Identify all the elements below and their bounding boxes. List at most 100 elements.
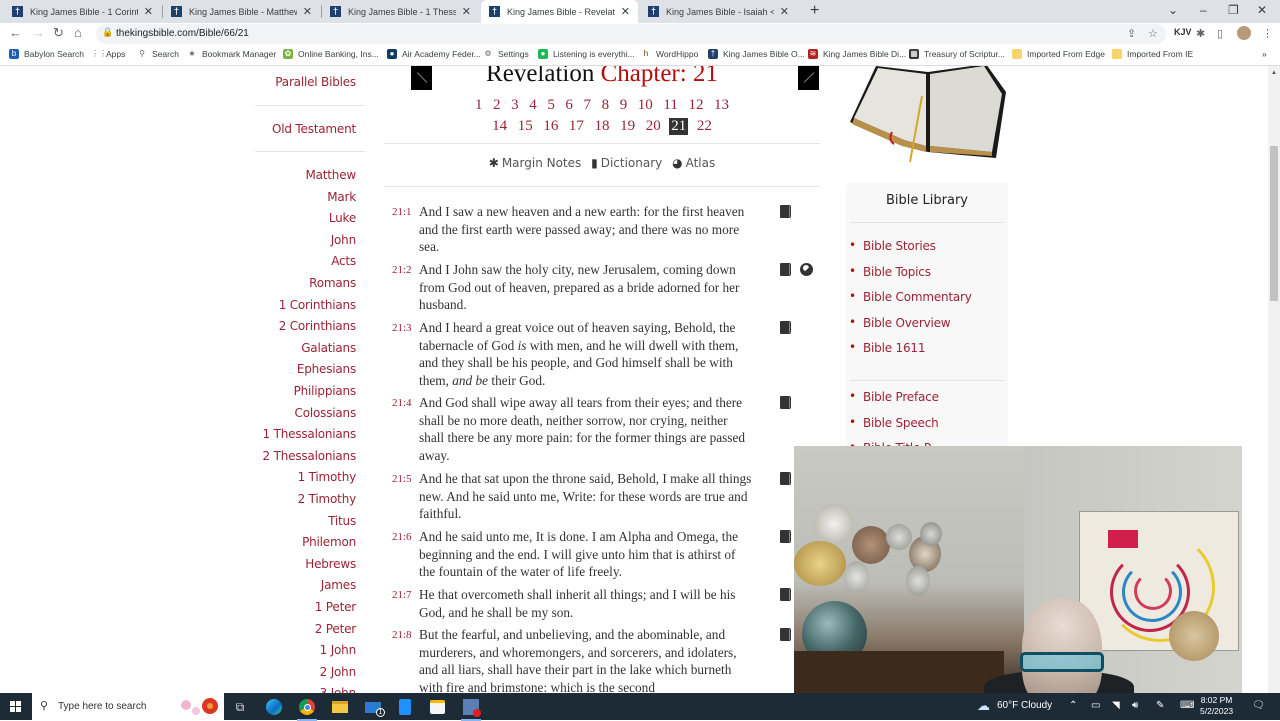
page-scrollbar[interactable]: ▲ <box>1268 66 1280 693</box>
windows-start-icon[interactable] <box>10 701 21 712</box>
pen-workspace-icon[interactable]: ✎ <box>1156 700 1164 711</box>
verse-reference-link[interactable]: 21:1 <box>392 204 412 222</box>
chapter-link[interactable]: 2 <box>491 97 503 114</box>
chapter-link[interactable]: 15 <box>516 118 535 135</box>
chapter-link[interactable]: 20 <box>644 118 663 135</box>
home-icon[interactable]: ⌂ <box>74 25 82 40</box>
browser-tab[interactable]: † King James Bible - Isaiah <span ✕ <box>640 0 797 23</box>
bookmark-item[interactable]: ⋮⋮ Apps <box>91 49 125 59</box>
bookmark-item[interactable]: Imported From Edge <box>1012 49 1105 59</box>
taskbar-clock[interactable]: 8:02 PM 5/2/2023 <box>1200 695 1233 717</box>
bookmark-item[interactable]: ▦ Treasury of Scriptur... <box>909 49 1005 59</box>
sidebar-book-link[interactable]: Colossians <box>295 406 357 420</box>
more-bookmarks-icon[interactable]: » <box>1262 49 1267 59</box>
chapter-link[interactable]: 6 <box>563 97 575 114</box>
dictionary-book-icon[interactable] <box>780 321 791 334</box>
sidebar-book-link[interactable]: Philippians <box>294 384 357 398</box>
show-hidden-icons-chevron-icon[interactable]: ⌃ <box>1069 700 1077 711</box>
chapter-link[interactable]: 10 <box>636 97 655 114</box>
sidebar-book-link[interactable]: Romans <box>309 276 356 290</box>
share-icon[interactable]: ⇪ <box>1127 27 1136 40</box>
dictionary-book-icon[interactable] <box>780 530 791 543</box>
browser-tab[interactable]: † King James Bible - 1 Corinthians ✕ <box>4 0 161 23</box>
sidebar-book-link[interactable]: 2 Thessalonians <box>263 449 357 463</box>
sidebar-book-link[interactable]: 1 Peter <box>315 600 356 614</box>
library-link[interactable]: Bible Overview <box>849 315 951 330</box>
chapter-link[interactable]: 19 <box>618 118 637 135</box>
browser-tab[interactable]: † King James Bible - 1 Thessalonians ✕ <box>322 0 479 23</box>
sidebar-book-link[interactable]: James <box>321 578 356 592</box>
verse-reference-link[interactable]: 21:6 <box>392 529 412 547</box>
chapter-link[interactable]: 17 <box>567 118 586 135</box>
forward-icon[interactable]: → <box>32 25 45 40</box>
close-tab-icon[interactable]: ✕ <box>303 5 312 18</box>
browser-tab[interactable]: † King James Bible - Revelation <span ✕ <box>481 0 638 23</box>
task-view-icon[interactable]: ⧉ <box>230 697 250 717</box>
chapter-link[interactable]: 11 <box>661 97 679 114</box>
dictionary-book-icon[interactable] <box>780 396 791 409</box>
verse-reference-link[interactable]: 21:2 <box>392 262 412 280</box>
sidebar-book-link[interactable]: 2 Corinthians <box>279 319 357 333</box>
sidebar-book-link[interactable]: Acts <box>331 254 356 268</box>
bookmark-item[interactable]: b Babylon Search <box>9 49 84 59</box>
verse-reference-link[interactable]: 21:4 <box>392 395 412 413</box>
chapter-link[interactable]: 12 <box>686 97 705 114</box>
bookmark-item[interactable]: ● Listening is everythi... <box>538 49 635 59</box>
close-tab-icon[interactable]: ✕ <box>780 5 789 18</box>
kjv-extension-icon[interactable]: KJV <box>1174 27 1192 37</box>
microsoft-store-icon[interactable] <box>427 697 447 717</box>
chapter-link[interactable]: 14 <box>490 118 509 135</box>
bookmark-item[interactable]: ● Air Academy Feder... <box>387 49 481 59</box>
bookmark-item[interactable]: ≋ King James Bible Di... <box>808 49 906 59</box>
dictionary-book-icon[interactable] <box>780 628 791 641</box>
weather-cloud-icon[interactable]: ☁ <box>977 698 990 714</box>
volume-icon[interactable]: 🔊︎ <box>1132 700 1138 711</box>
sidebar-book-link[interactable]: Philemon <box>302 535 356 549</box>
library-link[interactable]: Bible 1611 <box>849 340 926 355</box>
touch-keyboard-icon[interactable]: ⌨ <box>1180 700 1194 711</box>
file-explorer-icon[interactable] <box>330 697 350 717</box>
chapter-link[interactable]: 16 <box>541 118 560 135</box>
close-tab-icon[interactable]: ✕ <box>462 5 471 18</box>
library-link[interactable]: Bible Topics <box>849 264 931 279</box>
verse-reference-link[interactable]: 21:5 <box>392 471 412 489</box>
menu-kebab-icon[interactable]: ⋮ <box>1262 27 1273 40</box>
library-link[interactable]: Bible Preface <box>849 389 939 404</box>
dictionary-book-icon[interactable] <box>780 588 791 601</box>
weather-text[interactable]: 60°F Cloudy <box>997 700 1052 711</box>
bookmark-item[interactable]: ⚙ Settings <box>483 49 528 59</box>
sidebar-book-link[interactable]: 2 John <box>320 665 357 679</box>
next-chapter-button[interactable] <box>798 66 819 90</box>
bookmark-item[interactable]: h WordHippo <box>641 49 699 59</box>
verse-reference-link[interactable]: 21:3 <box>392 320 412 338</box>
sidebar-book-link[interactable]: Matthew <box>305 168 356 182</box>
store-app-icon[interactable] <box>395 697 415 717</box>
bookmark-item[interactable]: ✿ Online Banking, Ins... <box>283 49 379 59</box>
margin-notes-toggle[interactable]: ✱ Margin Notes <box>489 156 582 170</box>
chapter-link[interactable]: 5 <box>545 97 557 114</box>
meet-now-icon[interactable]: ▭ <box>1091 700 1100 711</box>
close-tab-icon[interactable]: ✕ <box>144 5 153 18</box>
sidebar-book-link[interactable]: John <box>331 233 356 247</box>
recording-app-icon[interactable] <box>461 697 481 721</box>
chapter-link[interactable]: 3 <box>509 97 521 114</box>
bookmark-item[interactable]: † King James Bible O... <box>708 49 805 59</box>
sidebar-book-link[interactable]: Ephesians <box>297 362 356 376</box>
dictionary-book-icon[interactable] <box>780 472 791 485</box>
verse-reference-link[interactable]: 21:8 <box>392 627 412 645</box>
chapter-link[interactable]: 9 <box>618 97 630 114</box>
reload-icon[interactable]: ↻ <box>53 25 64 41</box>
extensions-puzzle-icon[interactable]: ✱ <box>1196 27 1205 40</box>
sidebar-book-link[interactable]: Galatians <box>301 341 356 355</box>
chapter-link[interactable]: 1 <box>473 97 485 114</box>
sidebar-book-link[interactable]: Mark <box>327 190 356 204</box>
atlas-globe-icon[interactable] <box>800 263 813 276</box>
dictionary-toggle[interactable]: ▮ Dictionary <box>591 156 662 170</box>
sidebar-book-link[interactable]: 2 Peter <box>315 622 356 636</box>
chapter-link[interactable]: 22 <box>695 118 714 135</box>
bookmark-item[interactable]: Imported From IE <box>1112 49 1193 59</box>
scroll-up-arrow-icon[interactable]: ▲ <box>1271 70 1277 76</box>
scrollbar-thumb[interactable] <box>1270 146 1278 301</box>
sidebar-book-link[interactable]: 2 Timothy <box>298 492 357 506</box>
close-window-button[interactable]: ✕ <box>1257 3 1267 17</box>
